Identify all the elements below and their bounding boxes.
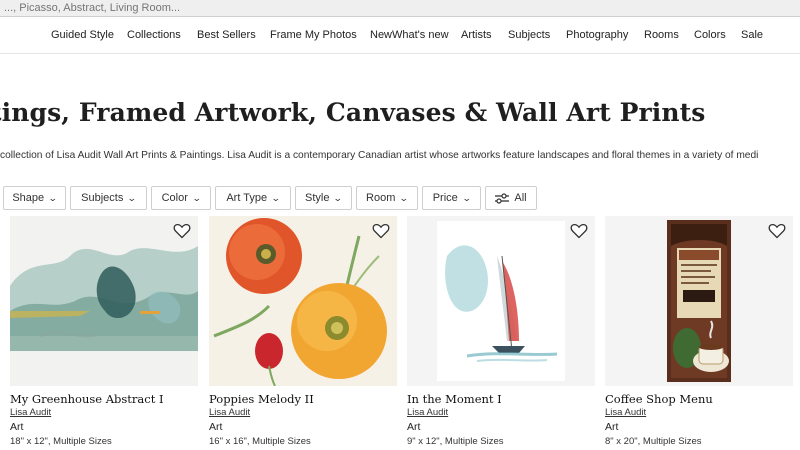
product-title[interactable]: In the Moment I xyxy=(407,392,502,406)
product-card[interactable]: My Greenhouse Abstract I Lisa Audit Art … xyxy=(10,216,198,450)
nav-whats-new[interactable]: NewWhat's new xyxy=(370,29,449,41)
product-image[interactable] xyxy=(407,216,595,386)
nav-subjects[interactable]: Subjects xyxy=(508,29,550,41)
page-title: tings, Framed Artwork, Canvases & Wall A… xyxy=(0,98,706,127)
product-size: 16" x 16", Multiple Sizes xyxy=(209,436,311,447)
product-artist-link[interactable]: Lisa Audit xyxy=(10,407,51,418)
product-type: Art xyxy=(605,421,619,433)
chevron-down-icon: ⌄ xyxy=(461,192,472,203)
product-image[interactable] xyxy=(10,216,198,386)
nav-collections[interactable]: Collections xyxy=(127,29,181,41)
product-image[interactable] xyxy=(209,216,397,386)
nav-artists[interactable]: Artists xyxy=(461,29,492,41)
nav-best-sellers[interactable]: Best Sellers xyxy=(197,29,256,41)
nav-colors[interactable]: Colors xyxy=(694,29,726,41)
filter-style[interactable]: Style ⌄ xyxy=(295,186,352,210)
product-artist-link[interactable]: Lisa Audit xyxy=(605,407,646,418)
filter-label: All xyxy=(514,192,527,204)
filter-label: Room xyxy=(366,192,396,204)
product-type: Art xyxy=(209,421,223,433)
filter-label: Price xyxy=(432,192,458,204)
filter-room[interactable]: Room ⌄ xyxy=(356,186,418,210)
filter-color[interactable]: Color ⌄ xyxy=(151,186,211,210)
product-title[interactable]: My Greenhouse Abstract I xyxy=(10,392,164,406)
search-bar xyxy=(0,0,800,17)
heart-icon[interactable] xyxy=(569,221,589,241)
product-artist-link[interactable]: Lisa Audit xyxy=(209,407,250,418)
product-title[interactable]: Poppies Melody II xyxy=(209,392,314,406)
product-artist-link[interactable]: Lisa Audit xyxy=(407,407,448,418)
filter-label: Art Type xyxy=(226,192,268,204)
filter-art-type[interactable]: Art Type ⌄ xyxy=(215,186,291,210)
filter-shape[interactable]: Shape ⌄ xyxy=(3,186,66,210)
product-title[interactable]: Coffee Shop Menu xyxy=(605,392,713,406)
nav-sale[interactable]: Sale xyxy=(741,29,763,41)
product-size: 9" x 12", Multiple Sizes xyxy=(407,436,504,447)
heart-icon[interactable] xyxy=(172,221,192,241)
product-card[interactable]: Poppies Melody II Lisa Audit Art 16" x 1… xyxy=(209,216,397,450)
filter-subjects[interactable]: Subjects ⌄ xyxy=(70,186,147,210)
nav-photography[interactable]: Photography xyxy=(566,29,628,41)
sliders-icon xyxy=(495,192,510,204)
filter-price[interactable]: Price ⌄ xyxy=(422,186,481,210)
heart-icon[interactable] xyxy=(371,221,391,241)
page-description: collection of Lisa Audit Wall Art Prints… xyxy=(0,150,759,161)
chevron-down-icon: ⌄ xyxy=(399,192,410,203)
product-size: 8" x 20", Multiple Sizes xyxy=(605,436,702,447)
search-input[interactable] xyxy=(0,0,800,16)
product-card[interactable]: Coffee Shop Menu Lisa Audit Art 8" x 20"… xyxy=(605,216,793,450)
chevron-down-icon: ⌄ xyxy=(127,192,138,203)
chevron-down-icon: ⌄ xyxy=(47,192,58,203)
product-card[interactable]: In the Moment I Lisa Audit Art 9" x 12",… xyxy=(407,216,595,450)
heart-icon[interactable] xyxy=(767,221,787,241)
product-image[interactable] xyxy=(605,216,793,386)
filter-label: Style xyxy=(304,192,330,204)
main-nav: Guided Style Collections Best Sellers Fr… xyxy=(0,18,800,54)
filter-label: Shape xyxy=(12,192,45,204)
nav-frame-my-photos[interactable]: Frame My Photos xyxy=(270,29,357,41)
filter-all[interactable]: All xyxy=(485,186,537,210)
nav-rooms[interactable]: Rooms xyxy=(644,29,679,41)
chevron-down-icon: ⌄ xyxy=(333,192,344,203)
product-type: Art xyxy=(407,421,421,433)
chevron-down-icon: ⌄ xyxy=(270,192,281,203)
product-type: Art xyxy=(10,421,24,433)
product-size: 18" x 12", Multiple Sizes xyxy=(10,436,112,447)
nav-guided-style[interactable]: Guided Style xyxy=(51,29,114,41)
chevron-down-icon: ⌄ xyxy=(191,192,202,203)
filter-label: Color xyxy=(161,192,188,204)
filter-label: Subjects xyxy=(81,192,124,204)
